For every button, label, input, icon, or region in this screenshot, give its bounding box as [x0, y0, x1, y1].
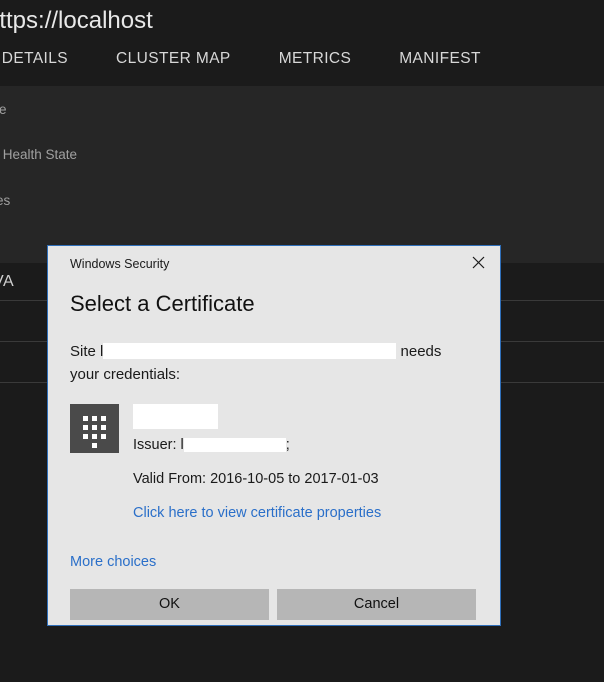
- dialog-body: Select a Certificate Site l needs your c…: [48, 290, 500, 620]
- credentials-prompt: Site l needs your credentials:: [70, 340, 476, 386]
- redacted-certificate-name: [133, 404, 218, 429]
- browser-url-bar[interactable]: https://localhost: [0, 0, 604, 41]
- tab-metrics[interactable]: METRICS: [279, 50, 352, 78]
- tab-cluster-map[interactable]: CLUSTER MAP: [116, 50, 231, 78]
- view-certificate-properties-link[interactable]: Click here to view certificate propertie…: [133, 503, 381, 523]
- prompt-line-two: your credentials:: [70, 366, 181, 383]
- certificate-list-item[interactable]: Issuer: l;: [70, 404, 476, 455]
- certificate-details: Issuer: l;: [133, 404, 476, 455]
- certificate-validity: Valid From: 2016-10-05 to 2017-01-03: [133, 471, 379, 487]
- dialog-titlebar: Windows Security: [48, 246, 500, 282]
- property-row-health-state: th State: [0, 102, 7, 117]
- cancel-button[interactable]: Cancel: [277, 589, 476, 620]
- section-heading: HY EVA: [0, 273, 15, 290]
- certificate-grid-icon: [70, 404, 119, 453]
- url-text: https://localhost: [0, 6, 153, 34]
- ok-button[interactable]: OK: [70, 589, 269, 620]
- essentials-panel: th State ication Health State d Nodes: [0, 86, 604, 263]
- issuer-label: Issuer: l: [133, 437, 184, 453]
- prompt-prefix: Site l: [70, 343, 104, 360]
- dialog-button-row: OK Cancel: [70, 589, 476, 620]
- issuer-suffix: ;: [285, 437, 290, 453]
- tab-manifest-label: MANIFEST: [399, 49, 481, 67]
- property-row-nodes: d Nodes: [0, 193, 11, 208]
- close-icon[interactable]: [456, 246, 500, 279]
- select-certificate-dialog: Windows Security Select a Certificate Si…: [47, 245, 501, 626]
- tab-manifest[interactable]: MANIFEST: [399, 50, 481, 78]
- tab-metrics-label: METRICS: [278, 49, 352, 67]
- dialog-titlebar-label: Windows Security: [70, 257, 170, 271]
- tab-strip: LS DETAILS CLUSTER MAP METRICS MANIFEST: [0, 41, 604, 86]
- tab-details-label: DETAILS: [1, 49, 69, 67]
- redacted-issuer-name: [183, 438, 286, 452]
- tab-cluster-map-label: CLUSTER MAP: [116, 49, 231, 67]
- tab-details[interactable]: DETAILS: [2, 50, 68, 78]
- property-row-application-health-state: ication Health State: [0, 147, 78, 162]
- close-x-glyph: [472, 256, 484, 269]
- certificate-issuer: Issuer: l;: [133, 435, 476, 455]
- dialog-heading: Select a Certificate: [70, 291, 255, 316]
- prompt-suffix: needs: [400, 343, 442, 360]
- more-choices-link[interactable]: More choices: [70, 554, 156, 570]
- redacted-site-name: [103, 343, 397, 359]
